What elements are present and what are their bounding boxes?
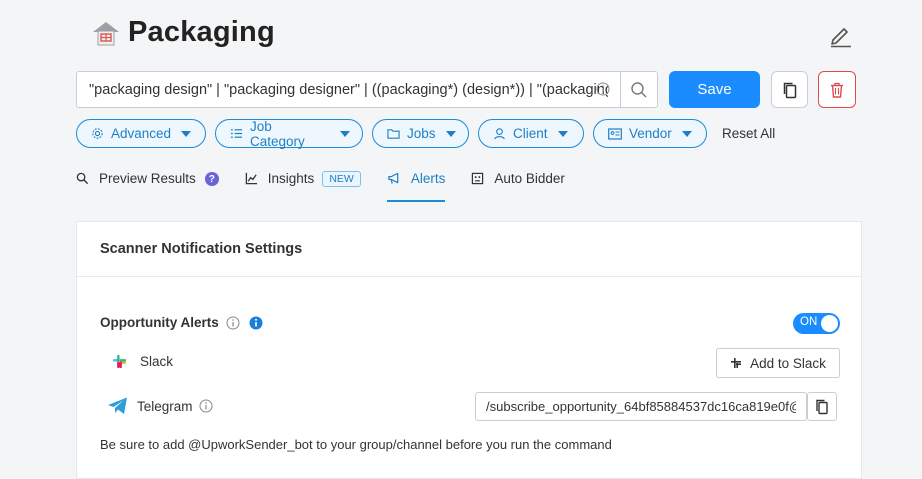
info-filled-icon[interactable]: [249, 316, 263, 330]
info-icon[interactable]: [199, 399, 213, 413]
chevron-down-icon: [557, 130, 568, 137]
add-to-slack-button[interactable]: Add to Slack: [716, 348, 840, 378]
filter-label: Client: [513, 126, 548, 141]
help-icon[interactable]: ?: [204, 172, 219, 186]
chevron-down-icon: [181, 130, 192, 137]
search-bar: [76, 71, 658, 108]
add-to-slack-label: Add to Slack: [750, 355, 826, 371]
opportunity-alerts-label: Opportunity Alerts: [100, 315, 219, 330]
tab-label: Alerts: [410, 171, 446, 186]
tab-auto-bidder[interactable]: Auto Bidder: [471, 166, 565, 202]
list-icon: [230, 129, 243, 138]
search-icon: [631, 81, 647, 98]
copy-command-button[interactable]: [807, 392, 837, 421]
info-icon[interactable]: [596, 82, 610, 96]
notification-settings-card: Scanner Notification Settings Opportunit…: [76, 221, 862, 479]
filter-job-category[interactable]: Job Category: [215, 118, 363, 149]
chevron-down-icon: [681, 130, 692, 137]
pencil-icon[interactable]: [828, 22, 854, 48]
tab-label: Insights: [267, 171, 315, 186]
slack-icon: [112, 354, 127, 369]
chart-icon: [245, 172, 257, 185]
opportunity-alerts-toggle[interactable]: ON: [793, 313, 840, 334]
filter-jobs[interactable]: Jobs: [372, 119, 469, 148]
filter-vendor[interactable]: Vendor: [593, 119, 707, 148]
filter-label: Jobs: [407, 126, 436, 141]
tab-preview-results[interactable]: Preview Results ?: [76, 166, 219, 202]
tab-label: Auto Bidder: [494, 171, 565, 186]
telegram-instruction-note: Be sure to add @UpworkSender_bot to your…: [100, 437, 612, 452]
search-icon: [76, 172, 89, 185]
filter-label: Advanced: [111, 126, 172, 141]
tab-alerts[interactable]: Alerts: [386, 166, 446, 202]
chevron-down-icon: [445, 130, 456, 137]
filter-bar: Advanced Job Category Jobs Client Vendor…: [76, 118, 775, 149]
opportunity-alerts-row: Opportunity Alerts: [100, 315, 263, 330]
search-query-input[interactable]: [77, 72, 620, 107]
info-icon[interactable]: [226, 316, 240, 330]
hut-icon: [93, 21, 119, 45]
page-header: Packaging: [90, 16, 275, 49]
folder-icon: [387, 129, 400, 139]
telegram-icon: [108, 397, 127, 414]
copy-button[interactable]: [771, 71, 808, 108]
gear-icon: [92, 128, 103, 139]
save-button[interactable]: Save: [669, 71, 760, 108]
user-icon: [494, 128, 505, 140]
reset-all-link[interactable]: Reset All: [722, 126, 775, 141]
slack-label: Slack: [140, 354, 174, 369]
page-title: Packaging: [128, 16, 275, 48]
card-heading: Scanner Notification Settings: [77, 222, 861, 277]
filter-client[interactable]: Client: [478, 119, 584, 148]
toggle-label: ON: [800, 316, 818, 328]
telegram-row: Telegram: [107, 396, 213, 416]
telegram-command-field[interactable]: [475, 392, 807, 421]
robot-icon: [472, 172, 484, 185]
megaphone-icon: [388, 172, 399, 184]
slack-row: Slack: [111, 353, 173, 370]
slack-icon: [731, 358, 742, 368]
tab-label: Preview Results: [99, 171, 196, 186]
chevron-down-icon: [340, 130, 350, 137]
tab-bar: Preview Results ? Insights NEW Alerts Au…: [76, 166, 591, 202]
filter-label: Vendor: [629, 126, 672, 141]
filter-advanced[interactable]: Advanced: [76, 119, 206, 148]
trash-icon: [831, 82, 843, 98]
toggle-knob: [821, 315, 838, 332]
search-button[interactable]: [620, 72, 657, 107]
tab-insights[interactable]: Insights NEW: [245, 166, 361, 202]
id-card-icon: [608, 127, 622, 140]
copy-icon: [783, 82, 796, 98]
new-badge: NEW: [322, 171, 361, 187]
copy-icon: [816, 399, 828, 414]
telegram-label: Telegram: [137, 398, 193, 414]
delete-button[interactable]: [818, 71, 856, 108]
filter-label: Job Category: [249, 118, 305, 149]
